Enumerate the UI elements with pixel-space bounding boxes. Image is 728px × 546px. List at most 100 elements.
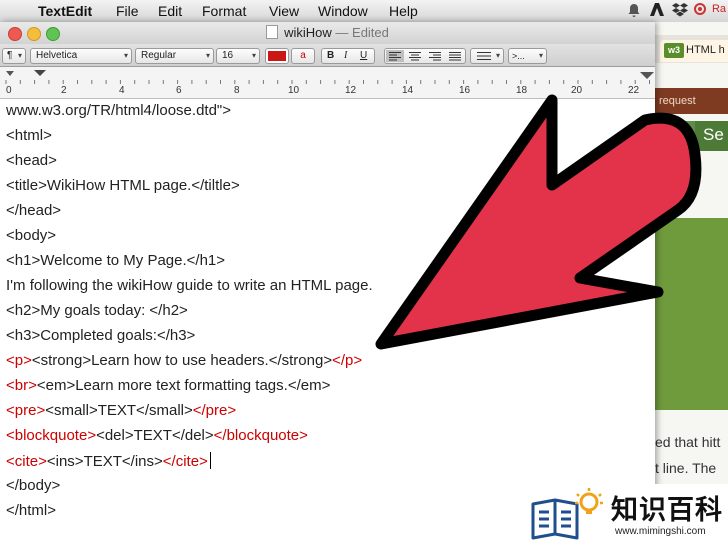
- line-spacing-popup[interactable]: ▾: [470, 48, 504, 64]
- code-line[interactable]: www.w3.org/TR/html4/loose.dtd">: [6, 102, 231, 119]
- font-style-buttons: B I U: [321, 48, 375, 64]
- browser-tab[interactable]: w3 HTML h: [660, 40, 728, 62]
- logo-url: www.mimingshi.com: [615, 526, 706, 537]
- code-text: <title>WikiHow HTML page.</tiltle>: [6, 177, 240, 194]
- code-text: <body>: [6, 227, 57, 244]
- font-size-label: 16: [222, 50, 234, 61]
- font-family-label: Helvetica: [36, 50, 78, 61]
- code-tag-red: <pre>: [6, 402, 46, 419]
- ruler-tick-label: 20: [571, 85, 583, 96]
- status-red-icon[interactable]: [694, 3, 706, 18]
- code-line[interactable]: <blockquote><del>TEXT</del></blockquote>: [6, 427, 308, 444]
- code-tag-red: <cite>: [6, 453, 47, 470]
- paragraph-style-label: ¶: [7, 50, 13, 61]
- code-line[interactable]: </html>: [6, 502, 56, 519]
- code-text: <small>TEXT</small>: [45, 402, 193, 419]
- bold-button[interactable]: B: [327, 49, 334, 63]
- code-line[interactable]: </body>: [6, 477, 60, 494]
- text-color-swatch: [268, 51, 286, 61]
- menu-window[interactable]: Window: [318, 3, 368, 19]
- code-text: <del>TEXT</del>: [96, 427, 214, 444]
- adobe-icon[interactable]: [650, 3, 664, 19]
- background-browser-window: w3 HTML h request Se ed that hitt t line…: [655, 22, 728, 546]
- paragraph-style-popup[interactable]: ¶ ▾: [2, 48, 26, 64]
- code-line[interactable]: </head>: [6, 202, 61, 219]
- ruler-tick-label: 10: [288, 85, 300, 96]
- code-text: <html>: [6, 127, 52, 144]
- code-tag-red: </p>: [332, 352, 363, 369]
- title-bar[interactable]: wikiHow — Edited: [0, 22, 655, 44]
- list-bullets-popup[interactable]: >... ▾: [508, 48, 547, 64]
- code-text: <head>: [6, 152, 57, 169]
- code-text: I'm following the wikiHow guide to write…: [6, 277, 373, 294]
- request-bar[interactable]: request: [655, 88, 728, 114]
- request-label: request: [659, 95, 696, 107]
- code-tag-red: </cite>: [162, 453, 208, 470]
- font-size-combo[interactable]: 16 ▾: [216, 48, 260, 64]
- dropbox-icon[interactable]: [672, 3, 688, 20]
- alignment-buttons: [384, 48, 466, 64]
- text-color-well[interactable]: [265, 48, 289, 64]
- ruler-tick-label: 18: [516, 85, 528, 96]
- user-name-label[interactable]: Ra: [712, 3, 726, 15]
- browser-tab-title: HTML h: [686, 44, 725, 56]
- ruler-tick-label: 16: [459, 85, 471, 96]
- underline-button[interactable]: U: [360, 49, 367, 63]
- code-line[interactable]: <head>: [6, 152, 57, 169]
- document-proxy-icon[interactable]: [266, 25, 279, 39]
- code-line[interactable]: <html>: [6, 127, 52, 144]
- code-line[interactable]: <pre><small>TEXT</small></pre>: [6, 402, 236, 419]
- ruler-tick-label: 12: [345, 85, 357, 96]
- code-text: </html>: [6, 502, 57, 519]
- window-title-text: wikiHow: [284, 25, 332, 40]
- document-text-area[interactable]: www.w3.org/TR/html4/loose.dtd"> <html> <he…: [0, 99, 655, 546]
- ruler-tick-label: 2: [61, 85, 67, 96]
- edited-status: — Edited: [335, 25, 389, 40]
- code-text: <h3>Completed goals:</h3>: [6, 327, 196, 344]
- font-family-popup[interactable]: Helvetica ▾: [30, 48, 132, 64]
- menu-help[interactable]: Help: [389, 3, 418, 19]
- menu-view[interactable]: View: [269, 3, 299, 19]
- code-line[interactable]: <body>: [6, 227, 56, 244]
- chevron-down-icon: ▾: [17, 51, 22, 60]
- ruler-tick-label: 22: [628, 85, 640, 96]
- code-tag-red: </blockquote>: [213, 427, 308, 444]
- code-tag-red: <p>: [6, 352, 32, 369]
- menu-edit[interactable]: Edit: [158, 3, 182, 19]
- italic-button[interactable]: I: [344, 49, 347, 63]
- code-line[interactable]: <br><em>Learn more text formatting tags.…: [6, 377, 330, 394]
- window-title: wikiHow — Edited: [0, 25, 655, 40]
- textedit-window: wikiHow — Edited ¶ ▾ Helvetica ▾ Regular ▾ …: [0, 22, 655, 546]
- font-style-popup[interactable]: Regular ▾: [135, 48, 214, 64]
- code-line[interactable]: <h2>My goals today: </h2>: [6, 302, 188, 319]
- page-text-line-1: ed that hitt: [655, 434, 721, 450]
- menu-file[interactable]: File: [116, 3, 139, 19]
- code-text: </head>: [6, 202, 62, 219]
- ruler-tick-label: 0: [6, 85, 12, 96]
- menu-app-name[interactable]: TextEdit: [38, 3, 92, 19]
- code-line[interactable]: I'm following the wikiHow guide to write…: [6, 277, 373, 294]
- notification-icon[interactable]: [628, 3, 640, 20]
- ruler-tick-label: 6: [176, 85, 182, 96]
- ruler[interactable]: 0 2 4 6 8 10 12 14 16 18 20 22: [0, 67, 655, 99]
- search-button[interactable]: Se: [695, 121, 728, 151]
- ruler-tick-label: 4: [119, 85, 125, 96]
- code-line[interactable]: <title>WikiHow HTML page.</tiltle>: [6, 177, 240, 194]
- green-content-area: [655, 218, 728, 410]
- code-line[interactable]: <h3>Completed goals:</h3>: [6, 327, 195, 344]
- menu-bar: TextEdit File Edit Format View Window He…: [0, 0, 728, 23]
- code-text: <h1>Welcome to My Page.</h1>: [6, 252, 226, 269]
- chevron-down-icon: ▾: [538, 51, 543, 60]
- font-style-label: Regular: [141, 50, 177, 61]
- code-line[interactable]: <h1>Welcome to My Page.</h1>: [6, 252, 225, 269]
- chevron-down-icon: ▾: [495, 51, 500, 60]
- code-line[interactable]: <cite><ins>TEXT</ins></cite>: [6, 452, 211, 470]
- code-text: </body>: [6, 477, 61, 494]
- menu-format[interactable]: Format: [202, 3, 246, 19]
- logo-name: 知识百科: [611, 495, 723, 526]
- chevron-down-icon: ▾: [251, 51, 256, 60]
- background-color-label: a: [300, 50, 306, 61]
- code-line[interactable]: <p><strong>Learn how to use headers.</st…: [6, 352, 362, 369]
- background-color-button[interactable]: a: [291, 48, 315, 64]
- ruler-tick-label: 8: [234, 85, 240, 96]
